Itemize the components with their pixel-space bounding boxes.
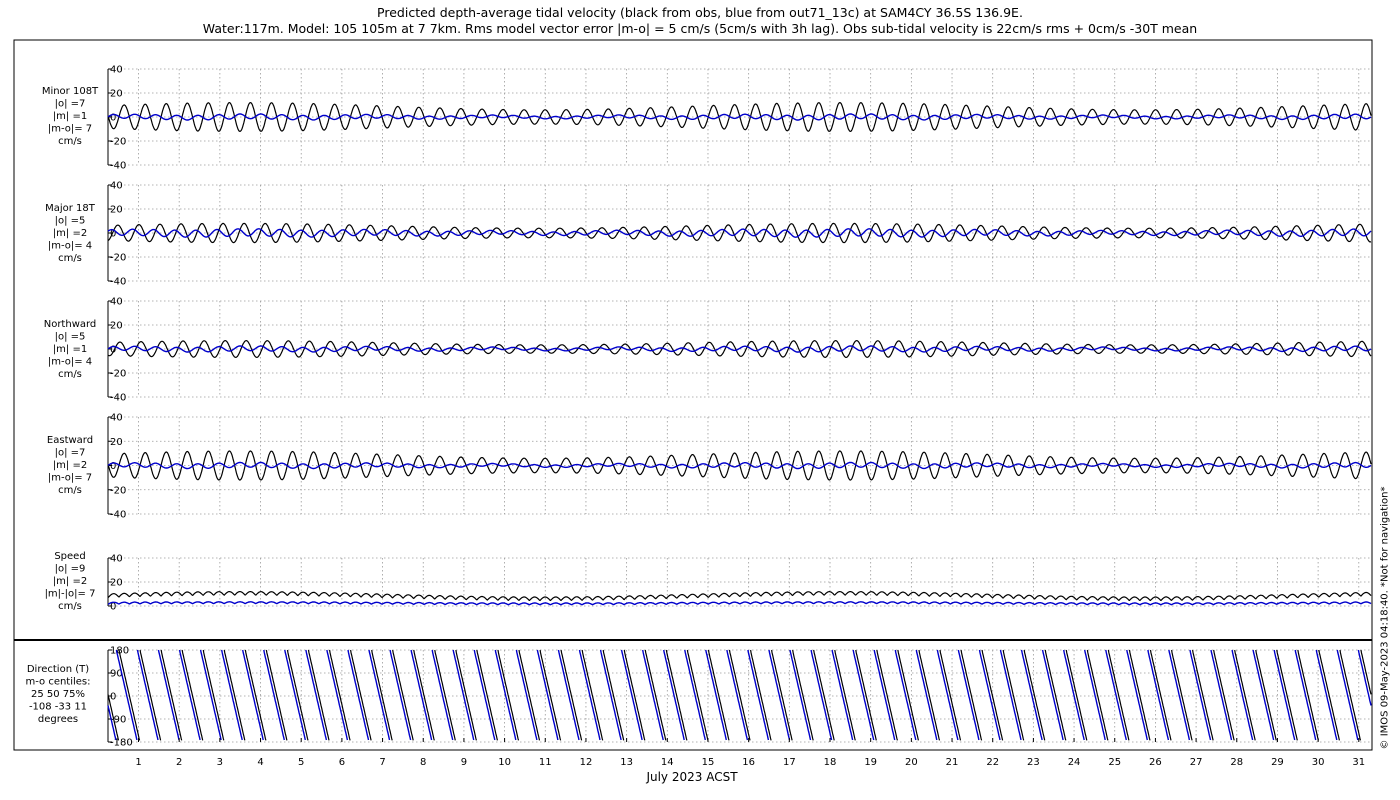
panel-label-line: |m-o|= 4	[48, 357, 92, 368]
x-tick-label: 9	[461, 757, 467, 768]
panel-label-line: Minor 108T	[42, 86, 99, 97]
x-tick-label: 12	[580, 757, 593, 768]
y-tick-label: 20	[110, 437, 123, 448]
panel-label-line: degrees	[38, 714, 78, 725]
x-tick-label: 13	[620, 757, 633, 768]
x-tick-label: 31	[1352, 757, 1365, 768]
panel-label-line: -108 -33 11	[29, 702, 87, 713]
panel-label-line: |o| =5	[55, 332, 86, 343]
x-tick-label: 18	[824, 757, 837, 768]
x-tick-label: 8	[420, 757, 426, 768]
y-tick-label: 20	[110, 321, 123, 332]
panel-label-line: |m| =1	[53, 111, 87, 122]
y-tick-label: 20	[110, 89, 123, 100]
x-tick-label: 5	[298, 757, 304, 768]
panel-label-line: Eastward	[47, 435, 93, 446]
y-tick-label: -180	[110, 738, 133, 749]
panel-label-line: Speed	[54, 551, 85, 562]
x-tick-label: 27	[1190, 757, 1203, 768]
panel-label-line: cm/s	[58, 136, 82, 147]
y-tick-label: -40	[110, 277, 126, 288]
y-tick-label: 40	[110, 554, 123, 565]
panel-label-line: |m-o|= 7	[48, 124, 92, 135]
x-tick-label: 4	[257, 757, 263, 768]
y-tick-label: 40	[110, 297, 123, 308]
series-line-blue	[107, 345, 1372, 353]
x-tick-label: 6	[339, 757, 345, 768]
y-tick-label: 40	[110, 65, 123, 76]
copyright-notice: © IMOS 09-May-2023 04:18:40. *Not for na…	[1379, 486, 1391, 750]
panel-label-line: |o| =9	[55, 564, 86, 575]
x-tick-label: 30	[1312, 757, 1325, 768]
x-tick-label: 1	[135, 757, 141, 768]
x-tick-label: 14	[661, 757, 674, 768]
x-tick-label: 21	[946, 757, 959, 768]
panel-label-line: |m| =1	[53, 344, 87, 355]
series-line-black	[107, 649, 1372, 741]
tidal-velocity-figure: 40200-20-40Minor 108T|o| =7|m| =1|m-o|= …	[13, 39, 1373, 784]
panel-label-line: |m| =2	[53, 460, 87, 471]
panel-label-line: |m-o|= 7	[48, 473, 92, 484]
x-tick-label: 25	[1108, 757, 1121, 768]
panel-label-line: Major 18T	[45, 203, 96, 214]
direction-panel-frame	[13, 639, 1373, 751]
y-tick-label: -20	[110, 485, 126, 496]
y-tick-label: 40	[110, 413, 123, 424]
x-tick-label: 3	[217, 757, 223, 768]
panel-label-line: Northward	[44, 319, 97, 330]
x-tick-label: 7	[379, 757, 385, 768]
y-tick-label: -40	[110, 510, 126, 521]
x-axis-label: July 2023 ACST	[645, 770, 738, 784]
x-tick-label: 28	[1230, 757, 1243, 768]
panel-label-line: |m| =2	[53, 576, 87, 587]
panel-label-line: |m-o|= 4	[48, 241, 92, 252]
x-tick-label: 22	[986, 757, 999, 768]
y-tick-label: 40	[110, 181, 123, 192]
y-tick-label: 20	[110, 578, 123, 589]
y-tick-label: -20	[110, 369, 126, 380]
series-line-black	[107, 591, 1372, 602]
x-tick-label: 11	[539, 757, 552, 768]
panel-label-line: m-o centiles:	[25, 677, 90, 688]
x-tick-label: 24	[1068, 757, 1081, 768]
panel-label-line: 25 50 75%	[31, 689, 85, 700]
panel-label-line: |o| =7	[55, 99, 86, 110]
x-tick-label: 10	[498, 757, 511, 768]
y-tick-label: 20	[110, 205, 123, 216]
panel-label-line: cm/s	[58, 485, 82, 496]
x-tick-label: 26	[1149, 757, 1162, 768]
panel-label-line: cm/s	[58, 253, 82, 264]
panel-label-line: cm/s	[58, 601, 82, 612]
x-tick-label: 17	[783, 757, 796, 768]
y-tick-label: -40	[110, 393, 126, 404]
series-line-blue	[107, 601, 1372, 606]
x-tick-label: 16	[742, 757, 755, 768]
x-tick-label: 15	[702, 757, 715, 768]
y-tick-label: -20	[110, 253, 126, 264]
panel-label-line: |o| =7	[55, 448, 86, 459]
panel-label-line: |m|-|o|= 7	[45, 589, 96, 600]
panel-label-line: |o| =5	[55, 216, 86, 227]
x-tick-label: 20	[905, 757, 918, 768]
y-tick-label: -20	[110, 137, 126, 148]
x-tick-label: 29	[1271, 757, 1284, 768]
x-tick-label: 23	[1027, 757, 1040, 768]
panel-label-line: Direction (T)	[27, 664, 89, 675]
x-tick-label: 2	[176, 757, 182, 768]
x-tick-label: 19	[864, 757, 877, 768]
panel-label-line: |m| =2	[53, 228, 87, 239]
y-tick-label: 0	[110, 692, 116, 703]
y-tick-label: -40	[110, 161, 126, 172]
panel-label-line: cm/s	[58, 369, 82, 380]
